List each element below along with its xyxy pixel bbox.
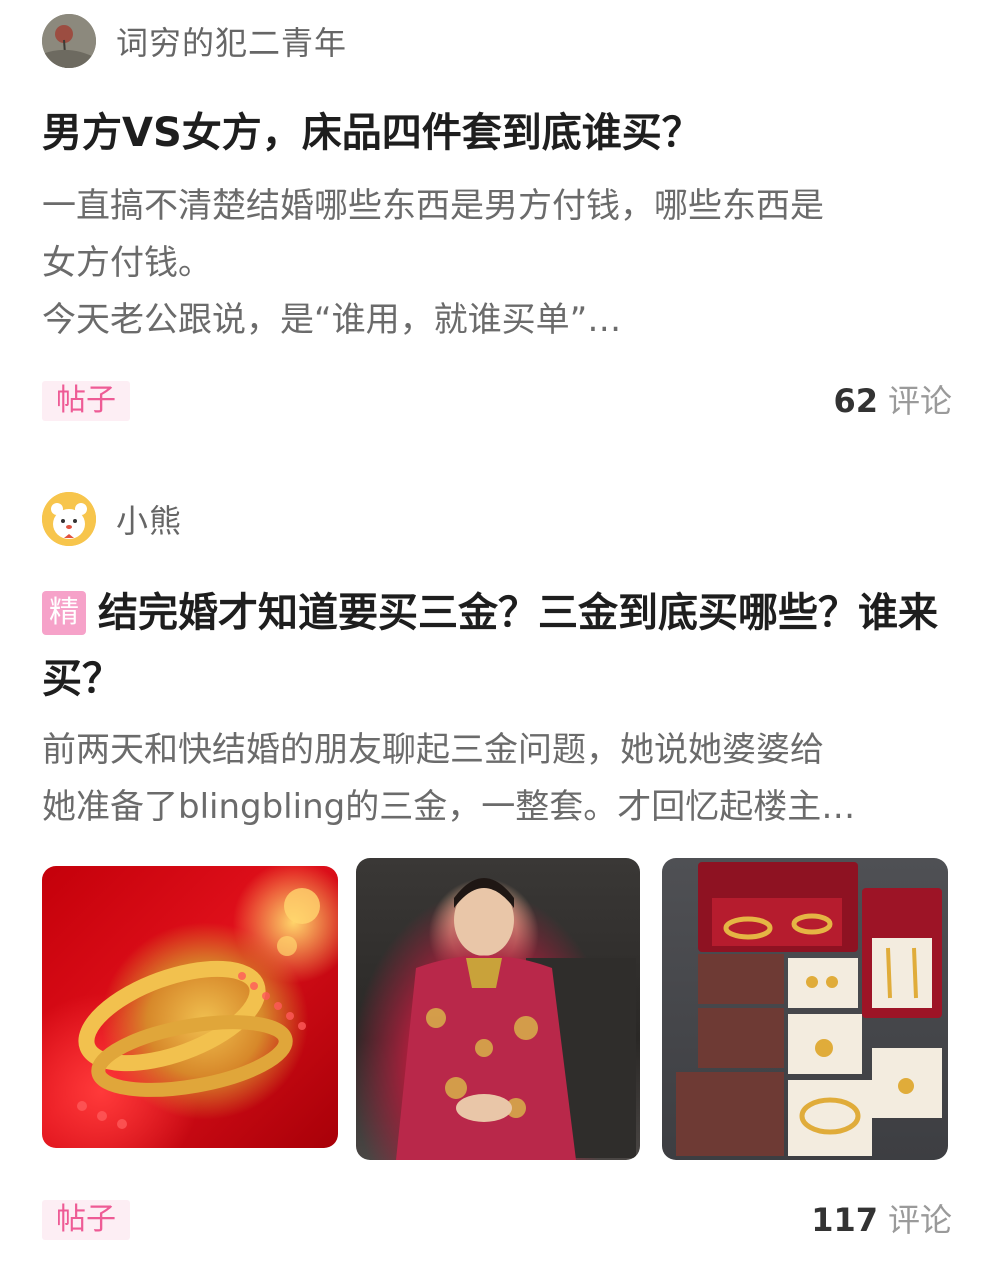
bride-photo-image[interactable] [356,858,640,1160]
author-name[interactable]: 小熊 [116,496,182,542]
post-type-tag: 帖子 [42,381,130,421]
avatar[interactable] [42,14,96,68]
gold-bracelets-image[interactable] [42,866,338,1148]
author-row[interactable]: 词穷的犯二青年 [42,14,347,68]
essence-badge: 精 [42,591,86,635]
author-name[interactable]: 词穷的犯二青年 [116,18,347,64]
avatar-image [42,14,96,68]
jewelry-boxes-illustration [676,862,942,1156]
post-card[interactable]: 词穷的犯二青年 男方VS女方，床品四件套到底谁买？ 一直搞不清楚结婚哪些东西是男… [0,0,992,460]
comment-count-number: 62 [833,382,878,420]
summary-line: 前两天和快结婚的朋友聊起三金问题，她说她婆婆给 [42,730,824,770]
summary-line: 她准备了blingbling的三金，一整套。才回忆起楼主… [42,787,856,827]
summary-line: 女方付钱。 [42,243,212,283]
bear-avatar-icon [42,492,96,546]
bride-illustration [396,878,636,1160]
post-footer: 帖子 62 评论 [42,381,952,421]
comment-count[interactable]: 117 评论 [811,1200,952,1240]
author-row[interactable]: 小熊 [42,492,182,546]
summary-line: 一直搞不清楚结婚哪些东西是男方付钱，哪些东西是 [42,186,824,226]
comment-count[interactable]: 62 评论 [833,381,952,421]
post-title[interactable]: 男方VS女方，床品四件套到底谁买？ [42,100,942,166]
post-title[interactable]: 精结完婚才知道要买三金？三金到底买哪些？谁来买？ [42,580,942,712]
post-summary[interactable]: 前两天和快结婚的朋友聊起三金问题，她说她婆婆给 她准备了blingbling的三… [42,722,952,836]
gold-jewelry-boxes-image[interactable] [662,858,948,1160]
summary-line: 今天老公跟说，是“谁用，就谁买单”… [42,300,622,340]
post-footer: 帖子 117 评论 [42,1200,952,1240]
avatar[interactable] [42,492,96,546]
post-card[interactable]: 小熊 精结完婚才知道要买三金？三金到底买哪些？谁来买？ 前两天和快结婚的朋友聊起… [0,470,992,1265]
comment-count-number: 117 [811,1201,878,1239]
post-feed: 词穷的犯二青年 男方VS女方，床品四件套到底谁买？ 一直搞不清楚结婚哪些东西是男… [0,0,992,1265]
post-summary[interactable]: 一直搞不清楚结婚哪些东西是男方付钱，哪些东西是 女方付钱。 今天老公跟说，是“谁… [42,178,952,349]
comment-label: 评论 [887,1201,952,1239]
comment-label: 评论 [887,382,952,420]
bracelet-illustration [77,888,320,1129]
post-type-tag: 帖子 [42,1200,130,1240]
post-title-text: 结完婚才知道要买三金？三金到底买哪些？谁来买？ [42,590,938,702]
post-images [42,858,948,1160]
